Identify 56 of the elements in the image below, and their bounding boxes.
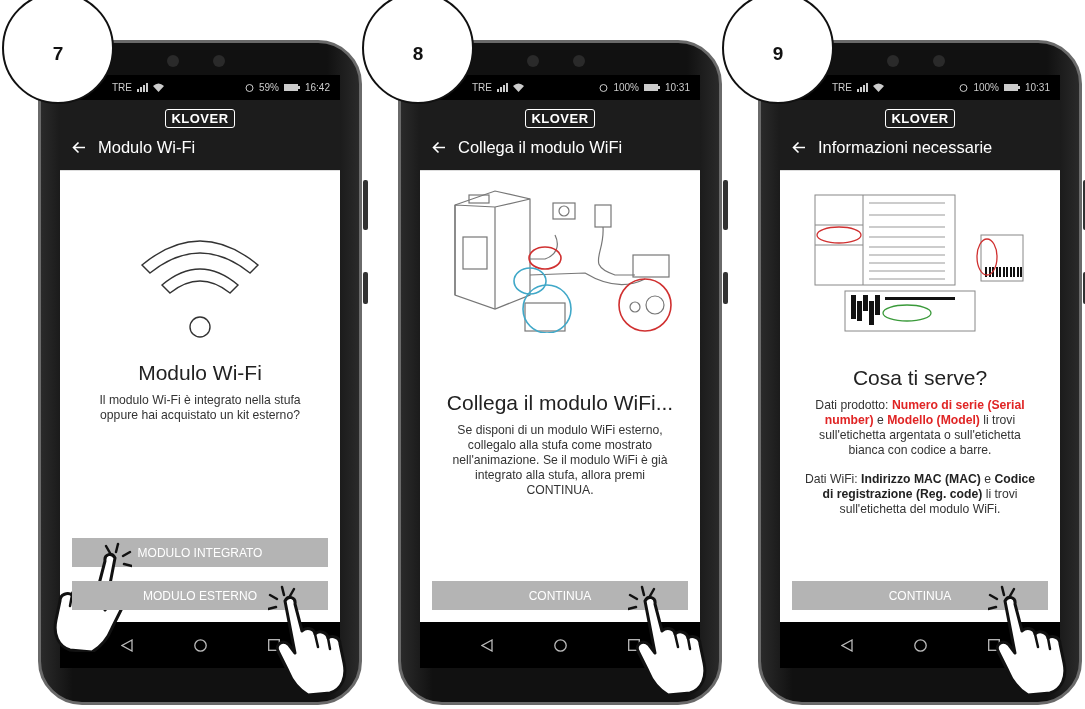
content-heading: Modulo Wi-Fi [138, 361, 262, 385]
signal-icon [857, 83, 868, 92]
recents-nav-icon[interactable] [627, 639, 640, 651]
home-nav-icon[interactable] [913, 638, 927, 652]
instruction-text: Dati WiFi: Indirizzo MAC (MAC) e Codice di registrazione (Reg. code) li trovi sull'etichetta del modulo WiFi. [804, 472, 1036, 517]
action-button[interactable]: CONTINUA [792, 581, 1048, 610]
battery-percent: 100% [613, 82, 639, 93]
wifi-status-icon [513, 83, 524, 92]
back-nav-icon[interactable] [480, 638, 493, 652]
instruction-text: Dati prodotto: Numero di serie (Serial number) e Modello (Model) li trovi sull'etichetta argentata o sull'etichetta bianca con codice a barre. [814, 398, 1026, 458]
step-number-badge: 8 [362, 0, 474, 104]
back-arrow-icon[interactable] [792, 141, 806, 154]
content-heading: Cosa ti serve? [852, 366, 988, 390]
back-arrow-icon[interactable] [432, 141, 446, 154]
battery-percent: 100% [973, 82, 999, 93]
wifi-status-icon [873, 83, 884, 92]
clock-time: 16:42 [304, 82, 330, 93]
carrier-label: TRE [112, 82, 132, 93]
back-arrow-icon[interactable] [72, 141, 86, 154]
recents-nav-icon[interactable] [987, 639, 1000, 651]
signal-icon [137, 83, 148, 92]
battery-icon [283, 84, 300, 91]
clock-time: 10:31 [1024, 82, 1050, 93]
camera-drawing [166, 54, 226, 68]
battery-percent: 59% [258, 82, 279, 93]
screen-title: Modulo Wi-Fi [98, 138, 196, 157]
camera-drawing [886, 54, 946, 68]
battery-icon [643, 84, 660, 91]
alarm-icon [244, 83, 254, 92]
brand-logo: KLOVER [165, 109, 235, 128]
step-number-badge: 9 [722, 0, 834, 104]
clock-time: 10:31 [664, 82, 690, 93]
carrier-label: TRE [472, 82, 492, 93]
brand-logo: KLOVER [885, 109, 955, 128]
wifi-status-icon [153, 83, 164, 92]
content-heading: Collega il modulo WiFi... [446, 391, 674, 415]
brand-logo: KLOVER [525, 109, 595, 128]
action-button[interactable]: MODULO ESTERNO [72, 581, 328, 610]
alarm-icon [959, 83, 969, 92]
camera-drawing [526, 54, 586, 68]
alarm-icon [599, 83, 609, 92]
battery-icon [1003, 84, 1020, 91]
step-number-badge: 7 [2, 0, 114, 104]
instruction-text: Se disponi di un modulo WiFi esterno, collegalo alla stufa come mostrato nell'animazione. Se il modulo WiFi è già integrato alla stufa, allora premi CONTINUA. [451, 423, 669, 498]
screen-title: Collega il modulo WiFi [458, 138, 623, 157]
home-nav-icon[interactable] [553, 638, 567, 652]
carrier-label: TRE [832, 82, 852, 93]
signal-icon [497, 83, 508, 92]
back-nav-icon[interactable] [840, 638, 853, 652]
action-button[interactable]: CONTINUA [432, 581, 688, 610]
instruction-text: Il modulo Wi-Fi è integrato nella stufa oppure hai acquistato un kit esterno? [98, 393, 302, 423]
action-button[interactable]: MODULO INTEGRATO [72, 538, 328, 567]
screen-title: Informazioni necessarie [818, 138, 993, 157]
recents-nav-icon[interactable] [267, 639, 280, 651]
home-nav-icon[interactable] [193, 638, 207, 652]
back-nav-icon[interactable] [120, 638, 133, 652]
